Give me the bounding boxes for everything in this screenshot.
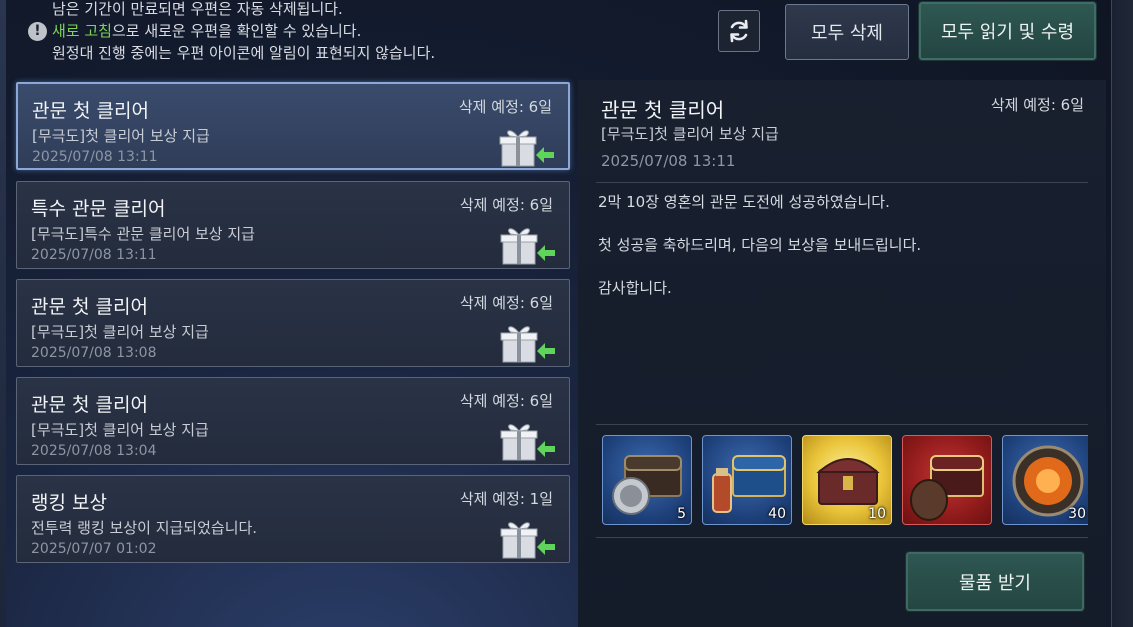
reward-count: 30 <box>1068 506 1086 522</box>
mail-subtitle: [무극도]특수 관문 클리어 보상 지급 <box>31 225 255 243</box>
gift-attachment-icon <box>499 130 554 167</box>
gift-attachment-icon <box>500 424 555 461</box>
detail-subtitle: [무극도]첫 클리어 보상 지급 <box>601 125 779 143</box>
mail-title: 랭킹 보상 <box>31 492 107 514</box>
reward-item[interactable]: 40 <box>702 435 792 525</box>
notice-panel: 남은 기간이 만료되면 우편은 자동 삭제됩니다. ! 새로 고침으로 새로운 … <box>28 0 708 66</box>
receive-items-button[interactable]: 물품 받기 <box>905 551 1085 612</box>
reward-item[interactable]: 30 <box>1002 435 1088 525</box>
detail-expiry: 삭제 예정: 6일 <box>990 96 1084 114</box>
reward-item[interactable] <box>902 435 992 525</box>
refresh-icon <box>730 19 748 43</box>
delete-all-button[interactable]: 모두 삭제 <box>785 4 909 60</box>
detail-divider <box>596 182 1088 183</box>
mail-title: 관문 첫 클리어 <box>31 296 148 318</box>
mail-subtitle: 전투력 랭킹 보상이 지급되었습니다. <box>31 519 258 537</box>
mail-title: 관문 첫 클리어 <box>31 394 148 416</box>
mail-expiry: 삭제 예정: 6일 <box>459 196 553 214</box>
mail-subtitle: [무극도]첫 클리어 보상 지급 <box>32 127 210 145</box>
mail-date: 2025/07/08 13:11 <box>32 149 158 165</box>
reward-item[interactable]: 5 <box>602 435 692 525</box>
gift-attachment-icon <box>500 228 555 265</box>
mail-expiry: 삭제 예정: 6일 <box>458 98 552 116</box>
detail-date: 2025/07/08 13:11 <box>601 152 736 170</box>
mail-item[interactable]: 관문 첫 클리어 [무극도]첫 클리어 보상 지급 2025/07/08 13:… <box>16 377 570 465</box>
detail-body-line: 첫 성공을 축하드리며, 다음의 보상을 보내드립니다. <box>598 236 922 254</box>
reward-count: 40 <box>768 506 786 522</box>
window-frame-right <box>1111 0 1133 627</box>
detail-body-line: 2막 10장 영혼의 관문 도전에 성공하였습니다. <box>598 193 890 211</box>
notice-line-expire: 남은 기간이 만료되면 우편은 자동 삭제됩니다. <box>52 0 343 18</box>
refresh-highlight: 새로 고침 <box>52 22 112 40</box>
mail-item[interactable]: 관문 첫 클리어 [무극도]첫 클리어 보상 지급 2025/07/08 13:… <box>16 82 570 170</box>
mail-list: 관문 첫 클리어 [무극도]첫 클리어 보상 지급 2025/07/08 13:… <box>14 80 572 626</box>
reward-items-row[interactable]: 5 40 10 30 <box>602 435 1088 527</box>
button-divider <box>596 537 1088 538</box>
mail-item[interactable]: 랭킹 보상 전투력 랭킹 보상이 지급되었습니다. 2025/07/07 01:… <box>16 475 570 563</box>
mail-expiry: 삭제 예정: 6일 <box>459 294 553 312</box>
read-all-receive-button[interactable]: 모두 읽기 및 수령 <box>918 1 1097 61</box>
info-icon: ! <box>28 22 47 41</box>
gift-attachment-icon <box>500 326 555 363</box>
mail-detail-panel: 관문 첫 클리어 삭제 예정: 6일 [무극도]첫 클리어 보상 지급 2025… <box>578 80 1106 627</box>
rewards-divider <box>596 424 1088 425</box>
mail-expiry: 삭제 예정: 1일 <box>459 490 553 508</box>
red-chest-with-stone-icon <box>910 455 984 521</box>
reward-item[interactable]: 10 <box>802 435 892 525</box>
notice-line-expedition: 원정대 진행 중에는 우편 아이콘에 알림이 표현되지 않습니다. <box>52 44 436 62</box>
reward-count: 10 <box>868 506 886 522</box>
mail-expiry: 삭제 예정: 6일 <box>459 392 553 410</box>
mail-subtitle: [무극도]첫 클리어 보상 지급 <box>31 421 209 439</box>
notice-line-refresh: ! 새로 고침으로 새로운 우편을 확인할 수 있습니다. <box>28 20 708 42</box>
mail-date: 2025/07/08 13:08 <box>31 345 157 361</box>
detail-title: 관문 첫 클리어 <box>601 98 725 122</box>
mail-subtitle: [무극도]첫 클리어 보상 지급 <box>31 323 209 341</box>
detail-body-line: 감사합니다. <box>598 279 672 297</box>
reward-count: 5 <box>677 506 686 522</box>
window-frame-left <box>0 0 6 627</box>
mail-date: 2025/07/08 13:04 <box>31 443 157 459</box>
mail-item[interactable]: 특수 관문 클리어 [무극도]특수 관문 클리어 보상 지급 2025/07/0… <box>16 181 570 269</box>
refresh-button[interactable] <box>718 10 760 52</box>
mail-date: 2025/07/08 13:11 <box>31 247 157 263</box>
mail-title: 특수 관문 클리어 <box>31 198 166 220</box>
notice-refresh-text: 으로 새로운 우편을 확인할 수 있습니다. <box>111 22 362 40</box>
gift-attachment-icon <box>500 522 555 559</box>
mail-item[interactable]: 관문 첫 클리어 [무극도]첫 클리어 보상 지급 2025/07/08 13:… <box>16 279 570 367</box>
mail-date: 2025/07/07 01:02 <box>31 541 157 557</box>
mail-title: 관문 첫 클리어 <box>32 100 149 122</box>
